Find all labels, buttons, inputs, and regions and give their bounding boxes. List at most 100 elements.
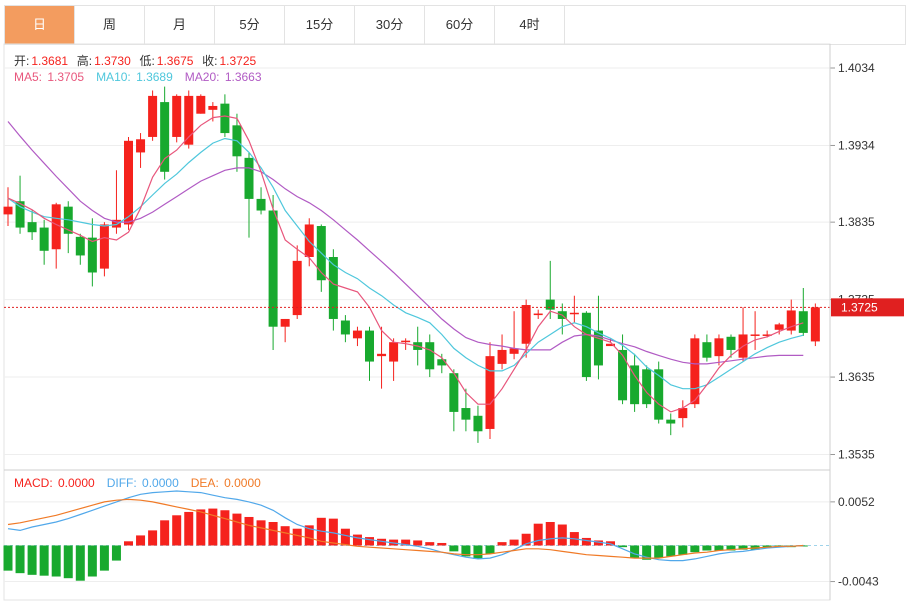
macd-bar bbox=[413, 540, 423, 546]
candle-body bbox=[352, 330, 362, 339]
candle-body bbox=[473, 415, 483, 432]
macd-bar bbox=[87, 545, 97, 577]
macd-bar bbox=[268, 522, 278, 546]
candles bbox=[3, 86, 820, 443]
candle-body bbox=[774, 324, 784, 330]
candle-body bbox=[545, 299, 555, 310]
ohlc-info: 开: 1.3681 高: 1.3730 低: 1.3675 收: 1.3725 bbox=[14, 52, 258, 69]
dea-label: DEA: bbox=[190, 476, 223, 490]
candle-body bbox=[365, 330, 374, 362]
ma10-value: 1.3689 bbox=[136, 70, 173, 84]
candle-body bbox=[148, 95, 158, 137]
price-tick-label: 1.3835 bbox=[838, 215, 875, 229]
candle-body bbox=[39, 227, 49, 251]
macd-bar bbox=[630, 545, 640, 559]
candle-body bbox=[461, 408, 471, 420]
macd-bar bbox=[51, 545, 61, 577]
candle-body bbox=[810, 307, 820, 342]
macd-bar bbox=[99, 545, 109, 571]
close-value: 1.3725 bbox=[219, 54, 257, 68]
macd-bar bbox=[196, 509, 206, 546]
candlestick-chart[interactable]: 1.40341.39341.38351.37351.36351.35350.00… bbox=[0, 0, 911, 604]
ma10-label: MA10: bbox=[96, 70, 135, 84]
dea-value: 0.0000 bbox=[224, 476, 261, 490]
macd-bar bbox=[220, 510, 230, 546]
macd-panel bbox=[3, 490, 808, 581]
high-value: 1.3730 bbox=[94, 54, 131, 68]
macd-bar bbox=[292, 528, 302, 546]
macd-bar bbox=[666, 545, 676, 557]
candle-body bbox=[389, 342, 399, 362]
macd-bar bbox=[136, 535, 146, 546]
price-tick-label: 1.3934 bbox=[838, 138, 875, 152]
macd-bar bbox=[184, 511, 194, 546]
macd-bar bbox=[232, 513, 242, 546]
price-tick-label: 1.3535 bbox=[838, 448, 875, 462]
candle-body bbox=[27, 222, 37, 233]
candle-body bbox=[521, 305, 531, 344]
price-axis: 1.40341.39341.38351.37351.36351.35350.00… bbox=[829, 44, 904, 600]
close-label: 收: bbox=[202, 54, 218, 68]
price-tick-label: 1.4034 bbox=[838, 61, 875, 75]
macd-bar bbox=[533, 523, 543, 546]
candle-body bbox=[654, 369, 664, 420]
macd-bar bbox=[497, 542, 507, 546]
candle-body bbox=[208, 105, 218, 110]
macd-bar bbox=[15, 545, 25, 574]
candle-body bbox=[51, 204, 61, 250]
ma20-value: 1.3663 bbox=[224, 70, 262, 84]
macd-bar bbox=[256, 520, 266, 546]
candle-body bbox=[136, 139, 146, 153]
macd-bar bbox=[124, 541, 133, 546]
macd-bar bbox=[3, 545, 13, 571]
low-value: 1.3675 bbox=[156, 54, 194, 68]
chart-grid bbox=[3, 43, 831, 601]
macd-bar bbox=[690, 545, 700, 553]
macd-bar bbox=[63, 545, 73, 579]
candle-body bbox=[196, 95, 206, 114]
candle-body bbox=[75, 236, 85, 256]
candle-body bbox=[256, 198, 266, 211]
macd-bar bbox=[473, 545, 483, 559]
macd-bar bbox=[702, 545, 712, 551]
ma-info: MA5: 1.3705 MA10: 1.3689 MA20: 1.3663 bbox=[14, 70, 264, 84]
candle-body bbox=[690, 338, 700, 405]
candle-body bbox=[726, 336, 736, 350]
candle-body bbox=[401, 340, 411, 343]
macd-bar bbox=[557, 524, 567, 546]
macd-bar bbox=[27, 545, 37, 575]
open-value: 1.3681 bbox=[31, 54, 69, 68]
candle-body bbox=[714, 338, 724, 357]
macd-bar bbox=[654, 545, 664, 559]
ma5-label: MA5: bbox=[14, 70, 46, 84]
macd-bar bbox=[75, 545, 85, 581]
diff-value: 0.0000 bbox=[142, 476, 179, 490]
macd-value: 0.0000 bbox=[58, 476, 95, 490]
macd-bar bbox=[39, 545, 49, 576]
candle-body bbox=[666, 419, 676, 424]
macd-bar bbox=[437, 542, 447, 546]
current-price-label: 1.3725 bbox=[841, 300, 878, 314]
candle-body bbox=[702, 342, 712, 358]
macd-bar bbox=[111, 545, 121, 561]
candle-body bbox=[244, 157, 254, 199]
macd-bar bbox=[352, 534, 362, 546]
candle-body bbox=[340, 320, 350, 335]
candle-body bbox=[3, 206, 13, 215]
candle-body bbox=[377, 353, 387, 357]
candle-body bbox=[87, 237, 97, 273]
chart-frame bbox=[3, 43, 831, 601]
macd-bar bbox=[160, 520, 170, 546]
macd-bar bbox=[340, 528, 350, 546]
macd-bar bbox=[449, 545, 459, 552]
macd-bar bbox=[425, 542, 435, 546]
macd-tick-label: -0.0043 bbox=[838, 575, 879, 589]
low-label: 低: bbox=[139, 54, 155, 68]
candle-body bbox=[569, 312, 579, 315]
macd-label: MACD: bbox=[14, 476, 56, 490]
macd-bar bbox=[148, 530, 158, 546]
macd-bar bbox=[280, 526, 290, 546]
macd-bar bbox=[581, 537, 591, 546]
macd-bar bbox=[678, 545, 688, 555]
open-label: 开: bbox=[14, 54, 30, 68]
